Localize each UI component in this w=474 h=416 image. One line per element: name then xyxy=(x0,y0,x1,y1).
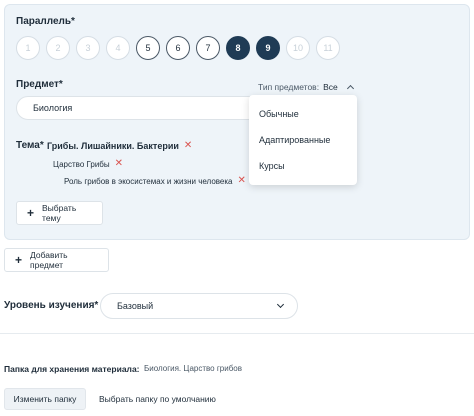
subject-type-dropdown: Обычные Адаптированные Курсы xyxy=(249,95,357,185)
study-level-label: Уровень изучения* xyxy=(4,300,99,311)
topic-item: Царство Грибы ✕ xyxy=(53,159,123,169)
change-folder-button[interactable]: Изменить папку xyxy=(4,388,86,410)
type-option-adapted[interactable]: Адаптированные xyxy=(259,135,330,145)
grade-10-button[interactable]: 10 xyxy=(286,36,310,60)
grade-11-button[interactable]: 11 xyxy=(316,36,340,60)
grade-4-button[interactable]: 4 xyxy=(106,36,130,60)
choose-topic-button[interactable]: + Выбрать тему xyxy=(16,201,103,225)
grade-2-button[interactable]: 2 xyxy=(46,36,70,60)
subject-type-filter[interactable]: Тип предметов: Все xyxy=(258,82,354,93)
plus-icon: + xyxy=(27,206,35,220)
study-level-value: Базовый xyxy=(117,301,154,311)
folder-value: Биология. Царство грибов xyxy=(144,364,242,373)
topic-item: Грибы. Лишайники. Бактерии ✕ xyxy=(47,141,192,152)
topic-item-label: Грибы. Лишайники. Бактерии xyxy=(47,141,179,151)
topic-item: Роль грибов в экосистемах и жизни челове… xyxy=(64,176,246,186)
topic-item-label: Роль грибов в экосистемах и жизни челове… xyxy=(64,176,233,186)
type-option-courses[interactable]: Курсы xyxy=(259,161,285,171)
topic-label: Тема* xyxy=(16,140,44,151)
folder-label: Папка для хранения материала: xyxy=(4,364,140,374)
grade-6-button[interactable]: 6 xyxy=(166,36,190,60)
type-filter-label: Тип предметов: xyxy=(258,82,320,92)
grade-5-button[interactable]: 5 xyxy=(136,36,160,60)
chevron-up-icon xyxy=(346,84,354,93)
topic-item-label: Царство Грибы xyxy=(53,159,110,169)
grade-7-button[interactable]: 7 xyxy=(196,36,220,60)
parallel-label: Параллель* xyxy=(16,16,75,27)
grade-9-button[interactable]: 9 xyxy=(256,36,280,60)
choose-topic-label: Выбрать тему xyxy=(42,203,77,223)
subject-select[interactable]: Биология xyxy=(16,96,260,120)
divider xyxy=(0,333,474,334)
remove-topic-icon[interactable]: ✕ xyxy=(238,176,246,186)
type-filter-value: Все xyxy=(323,82,338,92)
grade-8-button[interactable]: 8 xyxy=(226,36,250,60)
add-subject-label: Добавить предмет xyxy=(30,250,68,270)
subject-label: Предмет* xyxy=(16,79,63,90)
remove-topic-icon[interactable]: ✕ xyxy=(115,159,123,169)
remove-topic-icon[interactable]: ✕ xyxy=(184,141,192,151)
chevron-down-icon xyxy=(276,300,285,309)
default-folder-link[interactable]: Выбрать папку по умолчанию xyxy=(99,394,216,404)
study-level-select[interactable]: Базовый xyxy=(100,293,298,319)
grade-1-button[interactable]: 1 xyxy=(16,36,40,60)
grade-3-button[interactable]: 3 xyxy=(76,36,100,60)
subject-value: Биология xyxy=(33,103,73,113)
add-subject-button[interactable]: + Добавить предмет xyxy=(4,248,109,272)
grade-selector: 1 2 3 4 5 6 7 8 9 10 11 xyxy=(16,36,340,60)
plus-icon: + xyxy=(15,253,23,267)
type-option-regular[interactable]: Обычные xyxy=(259,109,299,119)
